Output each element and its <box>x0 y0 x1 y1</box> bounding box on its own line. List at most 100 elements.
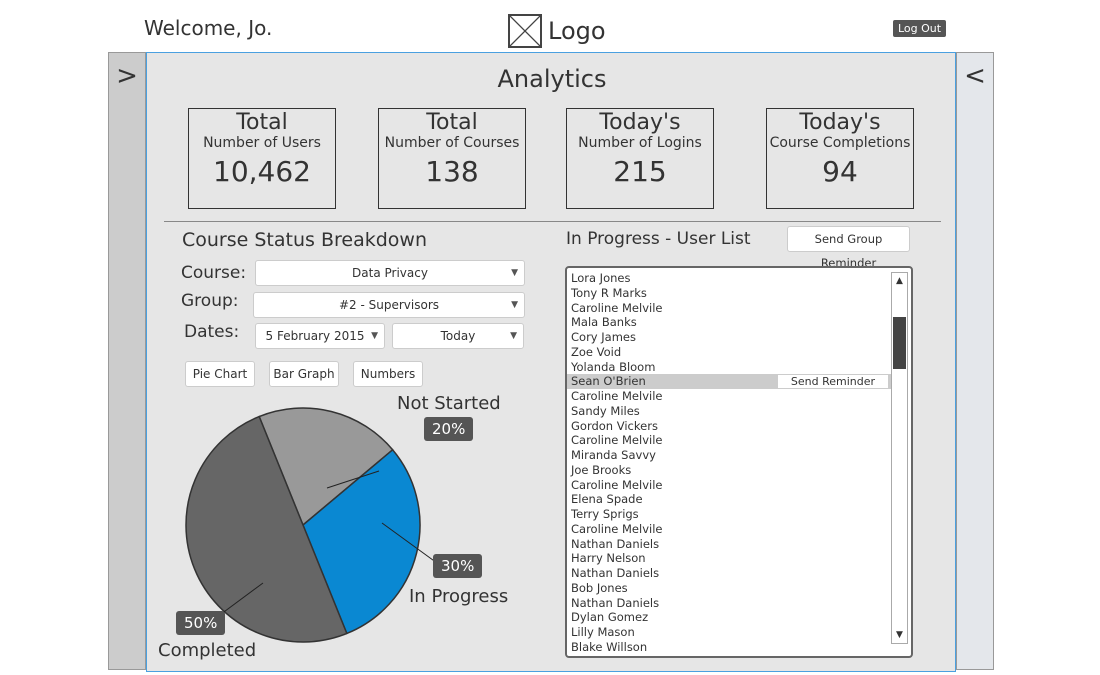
course-value: Data Privacy <box>352 266 428 280</box>
list-item[interactable]: Sandy Miles <box>567 404 893 419</box>
stat-value: 138 <box>425 155 479 188</box>
user-name: Terry Sprigs <box>571 507 639 521</box>
list-item[interactable]: Caroline Melvile <box>567 301 893 316</box>
scrollbar[interactable]: ▲ ▼ <box>891 272 908 644</box>
dates-label: Dates: <box>184 322 240 342</box>
chevron-down-icon: ▼ <box>511 268 518 278</box>
logout-button[interactable]: Log Out <box>893 20 947 37</box>
page-title: Analytics <box>497 65 607 93</box>
user-name: Nathan Daniels <box>571 566 660 580</box>
stat-todays-completions: Today's Course Completions 94 <box>766 108 914 209</box>
list-item[interactable]: Elena Spade <box>567 492 893 507</box>
list-item[interactable]: Blake Willson <box>567 640 893 655</box>
chevron-down-icon: ▼ <box>511 300 518 310</box>
user-name: Miranda Savvy <box>571 448 656 462</box>
user-name: Elena Spade <box>571 492 643 507</box>
user-name: Lora Jones <box>571 271 631 285</box>
user-name: Nathan Daniels <box>571 595 660 610</box>
pct-in-progress: 30% <box>433 554 483 578</box>
user-name: Bob Jones <box>571 580 628 595</box>
list-item[interactable]: Terry Sprigs <box>567 507 893 522</box>
stat-subtitle: Number of Logins <box>578 135 702 151</box>
stat-title: Total <box>426 110 478 135</box>
list-item[interactable]: Lilly Mason <box>567 625 893 640</box>
group-select[interactable]: #2 - Supervisors ▼ <box>253 292 525 318</box>
stat-title: Today's <box>599 110 681 135</box>
list-item[interactable]: Tony R Marks <box>567 286 893 301</box>
left-sidebar[interactable]: > <box>108 52 146 670</box>
welcome-text: Welcome, Jo. <box>144 16 273 40</box>
list-item[interactable]: Nathan Daniels <box>567 537 893 552</box>
user-name: Nathan Daniels <box>571 536 660 551</box>
chevron-down-icon: ▼ <box>510 331 517 341</box>
list-item[interactable]: Mala Banks <box>567 315 893 330</box>
list-item[interactable]: Cory James <box>567 330 893 345</box>
list-item[interactable]: Bob Jones <box>567 581 893 596</box>
user-name: Joe Brooks <box>571 462 632 477</box>
chevron-down-icon: ▼ <box>371 331 378 341</box>
stat-subtitle: Number of Users <box>203 135 321 151</box>
right-sidebar[interactable]: < <box>956 52 994 670</box>
stat-value: 215 <box>613 155 667 188</box>
label-completed: Completed <box>158 640 257 661</box>
expand-icon[interactable]: > <box>109 61 145 91</box>
date-from-select[interactable]: 5 February 2015 ▼ <box>255 323 385 349</box>
stat-value: 10,462 <box>213 155 311 188</box>
stat-total-users: Total Number of Users 10,462 <box>188 108 336 209</box>
list-item[interactable]: Caroline Melvile <box>567 522 893 537</box>
label-in-progress: In Progress <box>409 586 509 607</box>
user-name: Yolanda Bloom <box>571 359 656 374</box>
list-item[interactable]: Gordon Vickers <box>567 419 893 434</box>
date-to-select[interactable]: Today ▼ <box>392 323 524 349</box>
label-not-started: Not Started <box>397 393 501 414</box>
send-reminder-button[interactable]: Send Reminder <box>777 374 889 390</box>
user-name: Caroline Melvile <box>571 477 663 492</box>
date-to-value: Today <box>440 329 476 343</box>
date-from-value: 5 February 2015 <box>265 329 365 343</box>
user-name: Mala Banks <box>571 315 637 330</box>
group-value: #2 - Supervisors <box>338 298 440 312</box>
stat-todays-logins: Today's Number of Logins 215 <box>566 108 714 209</box>
list-item[interactable]: Miranda Savvy <box>567 448 893 463</box>
send-group-reminder-button[interactable]: Send Group Reminder <box>787 226 910 270</box>
list-item[interactable]: Zoe Void <box>567 345 893 360</box>
list-item[interactable]: Sean O'Brien Send Reminder <box>567 374 893 390</box>
user-name: Zoe Void <box>571 344 622 359</box>
divider <box>164 221 941 222</box>
list-item[interactable]: Dylan Gomez <box>567 610 893 625</box>
group-label: Group: <box>181 291 239 311</box>
analytics-panel: Analytics Total Number of Users 10,462 Tot… <box>146 52 956 672</box>
list-item[interactable]: Nathan Daniels <box>567 566 893 581</box>
list-item[interactable]: Yolanda Bloom <box>567 360 893 375</box>
scroll-up-icon[interactable]: ▲ <box>892 273 907 289</box>
stat-subtitle: Course Completions <box>769 135 911 151</box>
list-item[interactable]: Lora Jones <box>567 271 893 286</box>
stat-value: 94 <box>822 155 858 188</box>
user-name: Caroline Melvile <box>571 300 663 315</box>
list-item[interactable]: Caroline Melvile <box>567 478 893 493</box>
user-name: Gordon Vickers <box>571 418 658 433</box>
pct-not-started: 20% <box>424 417 474 441</box>
list-item[interactable]: Nathan Daniels <box>567 596 893 611</box>
collapse-icon[interactable]: < <box>957 61 993 91</box>
user-name: Harry Nelson <box>571 551 646 566</box>
list-item[interactable]: Caroline Melvile <box>567 389 893 404</box>
user-name: Caroline Melvile <box>571 389 663 403</box>
user-name: Tony R Marks <box>571 285 647 300</box>
stat-title: Today's <box>799 110 881 135</box>
scroll-thumb[interactable] <box>893 317 906 369</box>
user-name: Cory James <box>571 330 636 344</box>
list-item[interactable]: Caroline Melvile <box>567 433 893 448</box>
user-list[interactable]: Lora Jones Tony R Marks Caroline Melvile Ma… <box>565 266 913 658</box>
course-select[interactable]: Data Privacy ▼ <box>255 260 525 286</box>
scroll-down-icon[interactable]: ▼ <box>892 627 907 643</box>
logo-text: Logo <box>548 17 606 45</box>
user-name: Caroline Melvile <box>571 433 663 448</box>
list-item[interactable]: Joe Brooks <box>567 463 893 478</box>
user-name: Lilly Mason <box>571 625 635 639</box>
stat-title: Total <box>236 110 288 135</box>
course-label: Course: <box>181 263 247 283</box>
user-name: Sean O'Brien <box>571 374 646 389</box>
list-item[interactable]: Harry Nelson <box>567 551 893 566</box>
pct-completed: 50% <box>176 611 226 635</box>
